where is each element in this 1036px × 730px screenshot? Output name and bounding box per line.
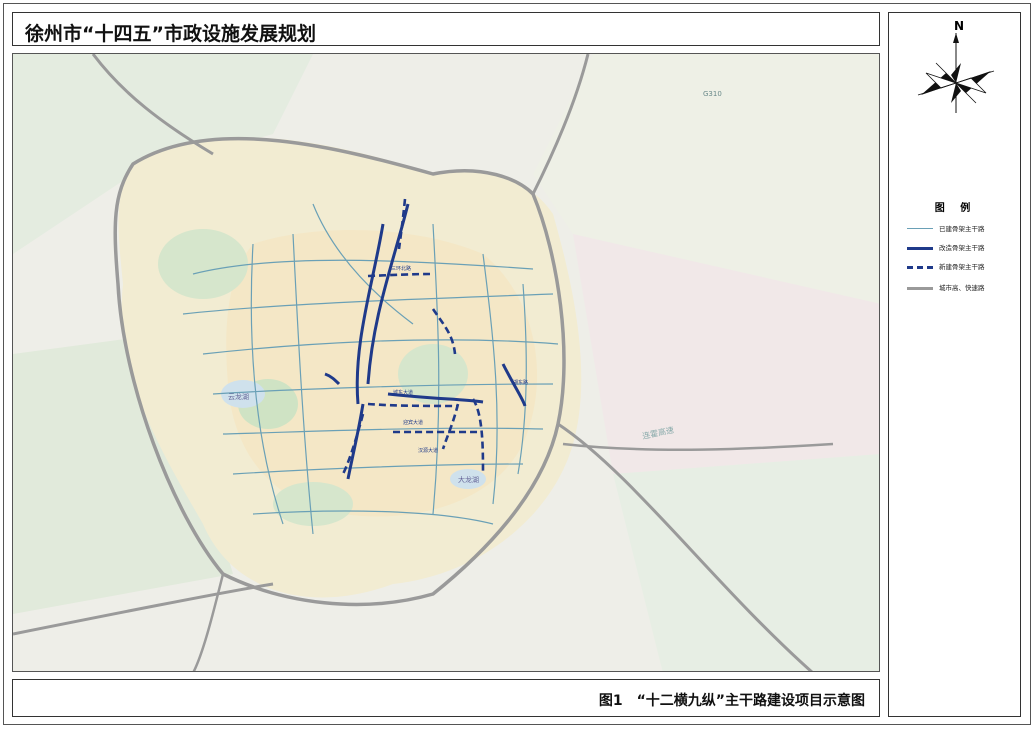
north-arrow: N bbox=[917, 19, 995, 119]
map-label: 大龙湖 bbox=[458, 475, 479, 484]
legend-label: 城市高、快速路 bbox=[939, 284, 985, 292]
legend-label: 新建骨架主干路 bbox=[939, 263, 985, 271]
legend-swatch bbox=[907, 266, 933, 269]
legend-title: 图 例 bbox=[934, 203, 977, 214]
legend-swatch bbox=[907, 247, 933, 250]
map-label: G310 bbox=[703, 90, 722, 98]
map-label: 迎宾大道 bbox=[403, 419, 423, 426]
legend-label: 已建骨架主干路 bbox=[939, 225, 985, 233]
urban-core bbox=[226, 230, 538, 517]
map-label: 城东大道 bbox=[393, 389, 413, 396]
legend-panel: N 图 例 已建骨架主干路 改造骨架主干路 新建骨架主干路 城市高、快速路 bbox=[888, 12, 1021, 717]
map-area[interactable]: G310 连霍高速 云龙湖 大龙湖 三环北路 城东大道 湖东路 迎宾大道 汉源大… bbox=[12, 53, 880, 672]
north-label: N bbox=[954, 19, 965, 33]
map-label: 汉源大道 bbox=[418, 447, 438, 454]
legend-label: 改造骨架主干路 bbox=[939, 244, 985, 252]
legend-item-built: 已建骨架主干路 bbox=[907, 223, 1017, 235]
legend-swatch bbox=[907, 228, 933, 229]
legend-item-new: 新建骨架主干路 bbox=[907, 261, 1017, 273]
map-label: 三环北路 bbox=[391, 265, 411, 272]
park-area bbox=[158, 229, 248, 299]
page-title: 徐州市“十四五”市政设施发展规划 bbox=[25, 23, 316, 45]
caption-box: 图1 “十二横九纵”主干路建设项目示意图 bbox=[12, 679, 880, 717]
north-arrow-icon bbox=[917, 33, 995, 113]
park-area bbox=[273, 482, 353, 526]
map-canvas[interactable]: G310 连霍高速 云龙湖 大龙湖 三环北路 城东大道 湖东路 迎宾大道 汉源大… bbox=[13, 54, 880, 672]
legend-item-expressway: 城市高、快速路 bbox=[907, 282, 1017, 294]
figure-caption: 图1 “十二横九纵”主干路建设项目示意图 bbox=[598, 693, 865, 709]
title-box: 徐州市“十四五”市政设施发展规划 bbox=[12, 12, 880, 46]
legend-swatch bbox=[907, 287, 933, 290]
map-label: 湖东路 bbox=[513, 379, 528, 386]
legend-item-rebuilt: 改造骨架主干路 bbox=[907, 242, 1017, 254]
map-label: 云龙湖 bbox=[228, 392, 249, 401]
